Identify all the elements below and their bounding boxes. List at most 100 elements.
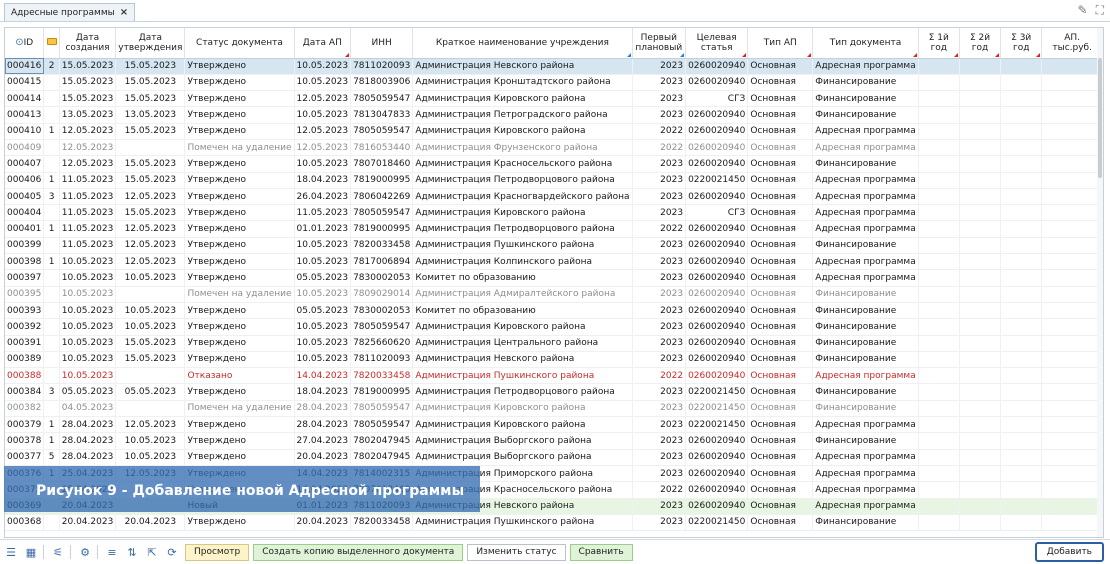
table-row[interactable]: 000388 10.05.2023 Отказано 14.04.2023 782003… xyxy=(5,367,1103,385)
table-row[interactable]: 000415 15.05.2023 15.05.2023 Утверждено 10.0… xyxy=(5,74,1103,92)
sort-icon[interactable]: ⇅ xyxy=(123,543,141,561)
column-header-doc_type[interactable]: Тип документа xyxy=(812,28,919,59)
table-row[interactable]: 000404 11.05.2023 15.05.2023 Утверждено 11.0… xyxy=(5,204,1103,222)
table-row[interactable]: 000410 1 12.05.2023 15.05.2023 Утверждено 12.… xyxy=(5,123,1103,140)
cell-inn: 7818003906 xyxy=(350,74,414,92)
cell-att xyxy=(43,106,60,124)
expand-icon[interactable]: ⛶ xyxy=(1096,3,1104,18)
column-header-ap_date[interactable]: Дата АП xyxy=(294,28,352,59)
cell-approved: 12.05.2023 xyxy=(115,220,186,238)
column-header-ap_type[interactable]: Тип АП xyxy=(747,28,814,59)
table-row[interactable]: 000379 1 28.04.2023 12.05.2023 Утверждено 28.… xyxy=(5,416,1103,434)
cell-s2 xyxy=(959,58,1002,75)
table-row[interactable]: 000399 11.05.2023 12.05.2023 Утверждено 10.0… xyxy=(5,237,1103,255)
column-header-att[interactable] xyxy=(43,28,60,59)
table-row[interactable]: 000401 1 11.05.2023 12.05.2023 Утверждено 01.… xyxy=(5,220,1103,238)
table-row[interactable]: 000409 12.05.2023 Помечен на удаление 12.05… xyxy=(5,139,1103,157)
tab-address-programs[interactable]: Адресные программы × xyxy=(4,3,136,21)
cell-year: 2023 xyxy=(632,318,687,336)
cell-art: 0260020940 xyxy=(685,106,749,124)
cell-doc_type: Финансирование xyxy=(812,432,919,450)
cell-year: 2023 xyxy=(632,335,687,352)
cell-doc_type: Адресная программа xyxy=(812,498,919,515)
table-row[interactable]: 000413 13.05.2023 13.05.2023 Утверждено 10.0… xyxy=(5,106,1103,124)
cell-ap_date: 01.01.2023 xyxy=(294,220,352,238)
cell-name: Комитет по образованию xyxy=(412,269,633,287)
table-row[interactable]: 000378 1 28.04.2023 10.05.2023 Утверждено 27.… xyxy=(5,432,1103,450)
table-row[interactable]: 000368 20.04.2023 20.04.2023 Утверждено 20.0… xyxy=(5,514,1103,532)
table-row[interactable]: 000395 10.05.2023 Помечен на удаление 10.05… xyxy=(5,286,1103,303)
cell-s3 xyxy=(1000,335,1043,352)
table-row[interactable]: 000407 12.05.2023 15.05.2023 Утверждено 10.0… xyxy=(5,155,1103,173)
vertical-scrollbar[interactable] xyxy=(1097,28,1103,537)
cell-approved: 12.05.2023 xyxy=(115,253,186,271)
column-header-s2[interactable]: Σ 2й год xyxy=(959,28,1002,59)
cell-ap_sum xyxy=(1041,253,1103,271)
column-header-art[interactable]: Целевая статья xyxy=(685,28,749,59)
cell-ap_type: Основная xyxy=(747,90,814,108)
table-row[interactable]: 000391 10.05.2023 15.05.2023 Утверждено 10.0… xyxy=(5,335,1103,352)
refresh-icon[interactable]: ⟳ xyxy=(163,543,181,561)
cell-ap_type: Основная xyxy=(747,416,814,434)
cell-art: 0260020940 xyxy=(685,286,749,303)
table-row[interactable]: 000414 15.05.2023 15.05.2023 Утверждено 12.0… xyxy=(5,90,1103,108)
column-header-s1[interactable]: Σ 1й год xyxy=(918,28,960,59)
cell-status: Утверждено xyxy=(184,74,295,92)
edit-icon[interactable]: ✎ xyxy=(1078,3,1088,18)
cell-year: 2023 xyxy=(632,416,687,434)
table-row[interactable]: 000377 5 28.04.2023 10.05.2023 Утверждено 20.… xyxy=(5,449,1103,466)
column-header-ap_sum[interactable]: АП. тыс.руб. xyxy=(1041,28,1103,59)
view-button[interactable]: Просмотр xyxy=(185,543,250,561)
cell-s3 xyxy=(1000,220,1043,238)
cell-year: 2023 xyxy=(632,498,687,515)
table-row[interactable]: 000406 1 11.05.2023 15.05.2023 Утверждено 18.… xyxy=(5,172,1103,189)
cell-inn: 7806042269 xyxy=(350,188,414,206)
scrollbar-thumb[interactable] xyxy=(1098,58,1102,178)
column-header-label: АП. тыс.руб. xyxy=(1052,32,1092,53)
column-header-s3[interactable]: Σ 3й год xyxy=(1000,28,1043,59)
column-header-created[interactable]: Дата создания xyxy=(59,28,117,59)
cell-ap_type: Основная xyxy=(747,188,814,206)
cell-year: 2022 xyxy=(632,139,687,157)
cell-status: Помечен на удаление xyxy=(184,286,295,303)
cell-year: 2023 xyxy=(632,172,687,189)
cell-doc_type: Адресная программа xyxy=(812,481,919,499)
grid-view-icon[interactable]: ▦ xyxy=(22,543,40,561)
cell-id: 000404 xyxy=(5,204,45,222)
column-header-name[interactable]: Краткое наименование учреждения xyxy=(412,28,633,59)
column-header-inn[interactable]: ИНН xyxy=(350,28,414,59)
documents-table: ⊙ID Дата создания Дата утверждения Статус д… xyxy=(5,28,1103,532)
table-row[interactable]: 000397 10.05.2023 10.05.2023 Утверждено 05.0… xyxy=(5,269,1103,287)
table-row[interactable]: 000416 2 15.05.2023 15.05.2023 Утверждено 10.… xyxy=(5,58,1103,75)
table-row[interactable]: 000389 10.05.2023 15.05.2023 Утверждено 10.0… xyxy=(5,351,1103,369)
list-view-icon[interactable]: ☰ xyxy=(2,543,20,561)
cell-art: 0260020940 xyxy=(685,449,749,466)
cell-att: 1 xyxy=(43,416,60,434)
table-row[interactable]: 000393 10.05.2023 10.05.2023 Утверждено 05.0… xyxy=(5,302,1103,320)
cell-ap_date: 10.05.2023 xyxy=(294,335,352,352)
export-icon[interactable]: ⇱ xyxy=(143,543,161,561)
columns-icon[interactable]: ≡ xyxy=(103,543,121,561)
cell-ap_type: Основная xyxy=(747,74,814,92)
filter-icon[interactable]: ⚟ xyxy=(49,543,67,561)
copy-document-button[interactable]: Создать копию выделенного документа xyxy=(253,543,464,561)
compare-button[interactable]: Сравнить xyxy=(569,543,633,561)
cell-art: 0260020940 xyxy=(685,302,749,320)
settings-icon[interactable]: ⚙ xyxy=(76,543,94,561)
close-icon[interactable]: × xyxy=(120,7,128,18)
table-row[interactable]: 000392 10.05.2023 10.05.2023 Утверждено 10.0… xyxy=(5,318,1103,336)
column-header-id[interactable]: ⊙ID xyxy=(5,28,45,59)
table-row[interactable]: 000382 04.05.2023 Помечен на удаление 28.04… xyxy=(5,400,1103,418)
select-all-icon[interactable]: ⊙ xyxy=(15,37,23,48)
change-status-button[interactable]: Изменить статус xyxy=(467,543,566,561)
filter-marker-icon xyxy=(1036,52,1041,57)
table-row[interactable]: 000398 1 10.05.2023 12.05.2023 Утверждено 10.… xyxy=(5,253,1103,271)
add-button[interactable]: Добавить xyxy=(1034,542,1104,562)
cell-art: 0260020940 xyxy=(685,58,749,75)
column-header-approved[interactable]: Дата утверждения xyxy=(115,28,186,59)
table-row[interactable]: 000405 3 11.05.2023 12.05.2023 Утверждено 26.… xyxy=(5,188,1103,206)
column-header-status[interactable]: Статус документа xyxy=(184,28,295,59)
column-header-year[interactable]: Первый плановый xyxy=(632,28,687,59)
cell-ap_sum xyxy=(1041,139,1103,157)
table-row[interactable]: 000384 3 05.05.2023 05.05.2023 Утверждено 18.… xyxy=(5,383,1103,401)
